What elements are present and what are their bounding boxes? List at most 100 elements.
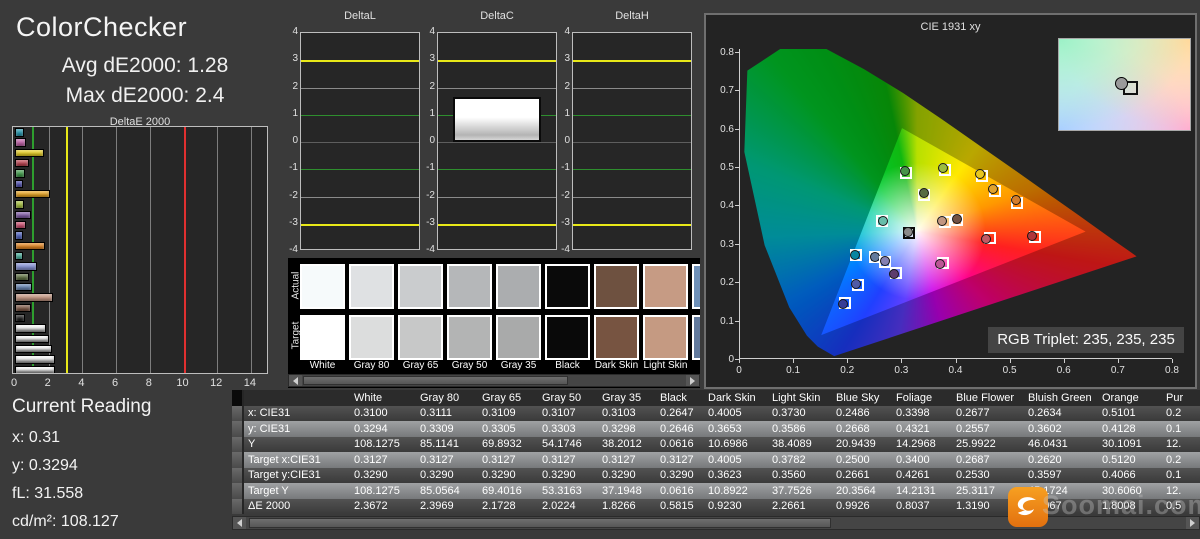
swatch-target[interactable] [692,315,700,360]
y-tick-label: -3 [289,216,298,228]
table-cell: 0.3309 [420,422,454,435]
swatch-target[interactable] [643,315,688,360]
swatch-scrollbar[interactable] [288,374,700,387]
y-tick-label: -1 [289,162,298,174]
delta-e-bar [15,272,29,282]
table-cell: 0.5815 [660,500,694,513]
table-cell: 38.4089 [772,438,812,451]
table-cell: 0.3305 [482,422,516,435]
x-tick [1117,359,1119,363]
current-reading-x: x: 0.31 [12,429,61,446]
y-tick-label: -4 [561,244,570,255]
y-tick-label: -4 [289,244,298,255]
y-tick-label: 2 [292,80,298,92]
column-header: Bluish Green [1028,391,1092,404]
y-tick [735,51,739,53]
swatch-actual[interactable] [643,264,688,309]
table-cell: 10.8922 [708,484,748,497]
table-cell: 0.3127 [354,453,388,466]
grid-line [250,127,252,373]
table-scrollbar-thumb[interactable] [249,518,831,528]
x-tick [1063,359,1065,363]
table-cell: 0.3294 [354,422,388,435]
swatch-target[interactable] [594,315,639,360]
swatch-target[interactable] [496,315,541,360]
grid-line [438,142,556,143]
y-tick [735,205,739,207]
swatch-target[interactable] [398,315,443,360]
swatch-target[interactable] [349,315,394,360]
y-tick-label: 4 [564,26,570,37]
swatch-panel: Actual Target White Gray 80 Gray 65 Gray 50 Gr… [288,258,700,388]
column-header: Gray 65 [482,391,522,404]
row-stub[interactable] [232,498,244,514]
table-cell: 0.3107 [542,407,576,420]
table-cell: 0.4128 [1102,422,1136,435]
swatch-label: Gray 80 [353,360,390,371]
row-stub[interactable] [232,483,244,499]
column-header: Blue Sky [836,391,880,404]
swatch-actual[interactable] [447,264,492,309]
table-cell: 0.5120 [1102,453,1136,466]
table-cell: 25.9922 [956,438,996,451]
deltae-x-axis: 0 2 4 6 8 10 12 14 [11,377,288,391]
column-header: Black [660,391,687,404]
swatch-scrollbar-thumb[interactable] [303,376,568,385]
table-cell: 0.2 [1166,407,1182,420]
swatch-actual[interactable] [398,264,443,309]
inset-measured-marker [1115,77,1128,90]
row-stub[interactable] [232,436,244,452]
column-header: Foliage [896,391,933,404]
row-stub[interactable] [232,405,244,421]
chart-title: DeltaL [344,10,376,22]
swatch-actual[interactable] [545,264,590,309]
table-cell: 0.3623 [708,469,742,482]
scroll-left-icon[interactable] [233,517,246,529]
swatch-target[interactable] [300,315,345,360]
table-cell: 10.6986 [708,438,748,451]
table-cell: 0.3290 [602,469,636,482]
table-cell: 0.2646 [660,422,694,435]
table-cell: 2.2661 [772,500,806,513]
delta-chart-deltal: DeltaL 4 3 2 1 0 -1 -2 -3 -4 [285,10,420,260]
swatch-actual[interactable] [594,264,639,309]
table-cell: 0.4261 [896,469,930,482]
delta-e-bar [15,128,25,137]
row-stub[interactable] [232,421,244,437]
row-stub[interactable] [232,452,244,468]
avg-de2000-readout: Avg dE2000: 1.28 [61,54,229,77]
swatch-actual[interactable] [300,264,345,309]
table-cell: 0.0616 [660,438,694,451]
table-cell: 0.3298 [602,422,636,435]
delta-e-bar [15,355,56,364]
swatch-label: Gray 65 [402,360,439,371]
delta-e-bar [15,210,31,220]
watermark-text: Soomai.com [1042,490,1200,520]
swatch-target[interactable] [545,315,590,360]
table-cell: 0.3602 [1028,422,1062,435]
table-row: y: CIE31 0.3294 0.3309 0.3305 0.3303 0.3298 0.… [232,421,1200,437]
swatch-actual[interactable] [692,264,700,309]
row-header: Target Y [248,484,289,497]
grid-line [573,87,691,89]
table-cell: 0.3653 [708,422,742,435]
swatch-target[interactable] [447,315,492,360]
x-tick-label: 10 [176,377,189,389]
y-tick-label: 0.5 [720,161,734,173]
table-cell: 0.9926 [836,500,870,513]
table-cell: 0.3398 [896,407,930,420]
y-tick-label: 0.8 [720,46,734,58]
delta-e-bar [15,293,54,302]
table-cell: 0.2687 [956,453,990,466]
table-row: Y 108.1275 85.1141 69.8932 54.1746 38.2012 0.0… [232,436,1200,452]
row-stub[interactable] [232,467,244,483]
table-row: x: CIE31 0.3100 0.3111 0.3109 0.3107 0.3103 0.… [232,405,1200,421]
table-cell: 0.2530 [956,469,990,482]
swatch-actual[interactable] [496,264,541,309]
scroll-left-icon[interactable] [289,375,302,386]
swatch-label: Gray 50 [451,360,488,371]
swatch-actual[interactable] [349,264,394,309]
app-window: ColorChecker Avg dE2000: 1.28 Max dE2000… [0,0,1200,539]
scroll-right-icon[interactable] [686,375,699,386]
current-reading-cdm2: cd/m²: 108.127 [12,513,119,530]
